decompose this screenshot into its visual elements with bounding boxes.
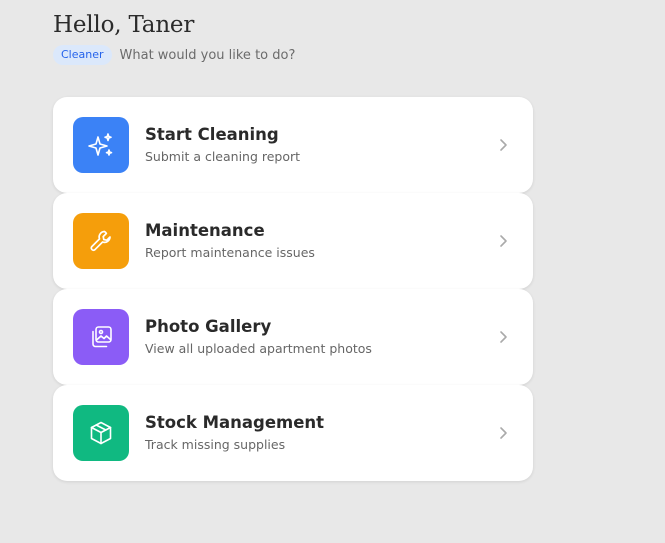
chevron-right-icon bbox=[500, 427, 507, 439]
maintenance-text: Maintenance Report maintenance issues bbox=[145, 220, 315, 262]
maintenance-subtitle: Report maintenance issues bbox=[145, 245, 315, 260]
start-cleaning-subtitle: Submit a cleaning report bbox=[145, 149, 301, 164]
header-subrow: Cleaner What would you like to do? bbox=[53, 45, 295, 65]
stock-management-card[interactable]: Stock Management Track missing supplies bbox=[53, 385, 533, 481]
photo-gallery-title: Photo Gallery bbox=[145, 317, 272, 336]
stock-management-subtitle: Track missing supplies bbox=[145, 437, 286, 452]
header: Hello, Taner Cleaner What would you like… bbox=[53, 10, 295, 65]
package-icon bbox=[90, 421, 112, 445]
start-cleaning-text: Start Cleaning Submit a cleaning report bbox=[145, 124, 300, 166]
maintenance-card[interactable]: Maintenance Report maintenance issues bbox=[53, 193, 533, 289]
stock-management-icon-box bbox=[73, 405, 129, 461]
start-cleaning-title: Start Cleaning bbox=[145, 125, 279, 144]
greeting-title: Hello, Taner bbox=[53, 12, 195, 38]
wrench-icon bbox=[90, 230, 111, 252]
maintenance-icon-box bbox=[73, 213, 129, 269]
prompt-text: What would you like to do? bbox=[119, 47, 296, 63]
stock-management-text: Stock Management Track missing supplies bbox=[145, 412, 324, 454]
stock-management-title: Stock Management bbox=[145, 413, 325, 432]
photo-gallery-subtitle: View all uploaded apartment photos bbox=[145, 341, 372, 356]
start-cleaning-card[interactable]: Start Cleaning Submit a cleaning report bbox=[53, 97, 533, 193]
photo-gallery-icon-box bbox=[73, 309, 129, 365]
chevron-right-icon bbox=[500, 139, 507, 151]
maintenance-title: Maintenance bbox=[145, 221, 265, 240]
menu-cards: Start Cleaning Submit a cleaning report … bbox=[53, 97, 533, 481]
chevron-right-icon bbox=[500, 235, 507, 247]
role-badge: Cleaner bbox=[53, 45, 112, 65]
sparkles-icon bbox=[88, 133, 113, 156]
start-cleaning-icon-box bbox=[73, 117, 129, 173]
chevron-right-icon bbox=[500, 331, 507, 343]
photo-gallery-text: Photo Gallery View all uploaded apartmen… bbox=[145, 316, 372, 358]
photo-gallery-card[interactable]: Photo Gallery View all uploaded apartmen… bbox=[53, 289, 533, 385]
gallery-icon bbox=[92, 326, 112, 348]
